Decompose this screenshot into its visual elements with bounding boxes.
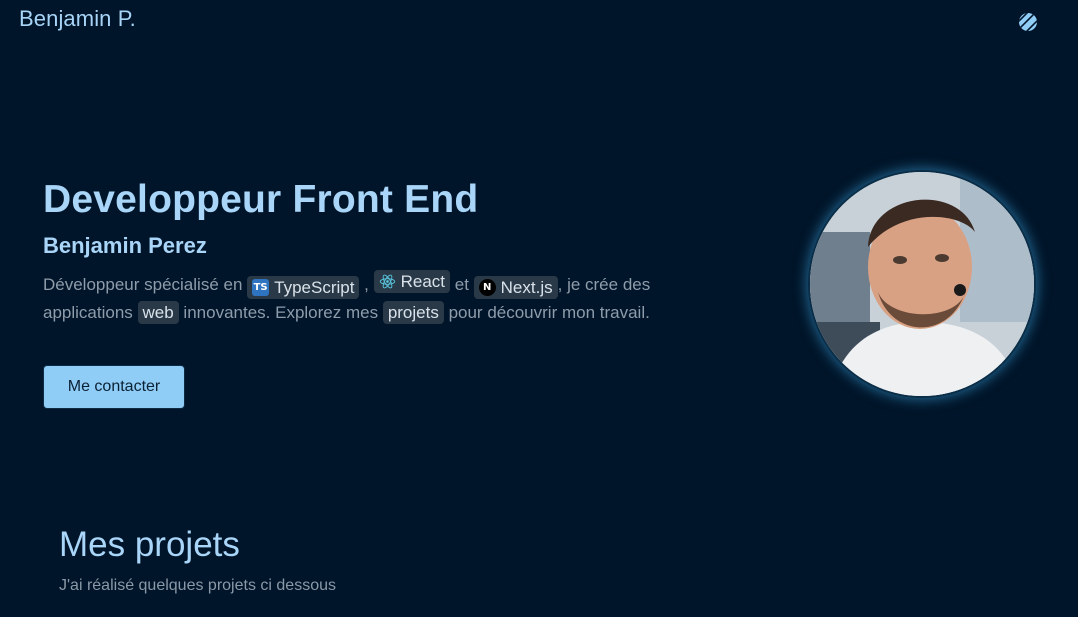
chip-label: projets bbox=[387, 303, 439, 322]
profile-photo bbox=[810, 172, 1034, 396]
chip-typescript: TS TypeScript bbox=[247, 276, 360, 299]
desc-text: et bbox=[450, 275, 474, 294]
desc-text: Développeur spécialisé en bbox=[43, 275, 248, 294]
theme-toggle-button[interactable] bbox=[1016, 10, 1040, 34]
profile-avatar bbox=[810, 172, 1034, 396]
desc-text: pour découvrir mon travail. bbox=[443, 303, 650, 322]
chip-label: Next.js bbox=[500, 278, 553, 297]
contact-button[interactable]: Me contacter bbox=[43, 365, 185, 409]
chip-nextjs: N Next.js bbox=[473, 276, 558, 299]
chip-projets: projets bbox=[382, 301, 444, 324]
hero-description: Développeur spécialisé en TS TypeScript ,… bbox=[43, 270, 743, 327]
projects-subtitle: J'ai réalisé quelques projets ci dessous bbox=[59, 577, 336, 594]
hero-name: Benjamin Perez bbox=[43, 233, 207, 258]
hero-title: Developpeur Front End bbox=[43, 178, 479, 221]
nextjs-icon: N bbox=[478, 279, 496, 296]
chip-web: web bbox=[137, 301, 179, 324]
chip-react: React bbox=[373, 270, 451, 293]
desc-text: , bbox=[359, 275, 374, 294]
typescript-icon: TS bbox=[252, 279, 270, 296]
chip-label: TypeScript bbox=[274, 278, 355, 297]
theme-toggle-icon bbox=[1019, 13, 1037, 31]
projects-title: Mes projets bbox=[59, 525, 240, 564]
page: Benjamin P. Developpeur Front End Benjam… bbox=[0, 0, 1078, 617]
chip-label: React bbox=[400, 272, 446, 291]
chip-label: web bbox=[142, 303, 174, 322]
react-icon bbox=[379, 274, 395, 289]
brand-link[interactable]: Benjamin P. bbox=[19, 6, 136, 32]
desc-text: innovantes. Explorez mes bbox=[178, 303, 383, 322]
